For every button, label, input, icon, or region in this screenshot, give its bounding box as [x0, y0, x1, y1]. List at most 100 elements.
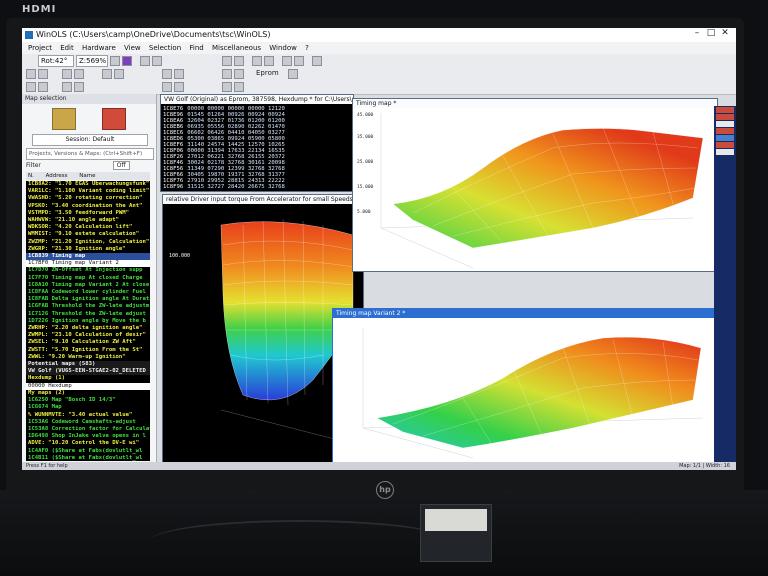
- list-icon[interactable]: [152, 56, 162, 66]
- map-list-item[interactable]: ZWSTT: "5.70 Ignition From the St": [26, 347, 150, 354]
- map-list-item[interactable]: 1C53A6 Codeword Camshafts-adjust: [26, 419, 150, 426]
- map-list-item[interactable]: 1C8A10 Timing map Variant 2 At close: [26, 282, 150, 289]
- col-name[interactable]: Name: [79, 173, 95, 179]
- filter-toggle[interactable]: Off: [112, 161, 130, 170]
- map-list-item[interactable]: My maps (2): [26, 390, 150, 397]
- minimize-icon[interactable]: –: [690, 28, 704, 38]
- save-icon[interactable]: [38, 69, 48, 79]
- rotation-field[interactable]: Rot:42°: [38, 55, 74, 67]
- arrow-left-icon[interactable]: [222, 69, 232, 79]
- map-list-item[interactable]: 1C7F70 Timing map At closed Charge: [26, 275, 150, 282]
- view-2d-icon[interactable]: [162, 82, 172, 92]
- map-list-item[interactable]: 1C8FAA Codeword lower cylinder Fuel: [26, 289, 150, 296]
- map-list-item[interactable]: ZWSEL: "9.10 Calculation ZW Aft": [26, 339, 150, 346]
- map-list-item[interactable]: VAR1LC: "1.100 Variant coding limit": [26, 188, 150, 195]
- map-list-item[interactable]: ZWRHP: "2.20 delta ignition angle": [26, 325, 150, 332]
- project-icon[interactable]: [26, 82, 36, 92]
- map-list-item[interactable]: 1C7BF0 Timing map Variant 2: [26, 260, 150, 268]
- col-address[interactable]: Address: [46, 173, 68, 179]
- menu-view[interactable]: View: [124, 44, 141, 52]
- menu-window[interactable]: Window: [269, 44, 297, 52]
- close-icon[interactable]: ✕: [718, 28, 732, 38]
- star-icon[interactable]: [282, 56, 292, 66]
- map-list-item[interactable]: Potential maps (583): [26, 361, 150, 369]
- timing-map-window[interactable]: Timing map * 45.000 35.000 25.000 15.000 5.0…: [352, 98, 718, 272]
- redo-icon[interactable]: [74, 69, 84, 79]
- hex-row[interactable]: 1C8F96 31515 32727 28420 26675 32768: [163, 184, 285, 190]
- map-list[interactable]: 1CB8A2: "1.70 EGAS Überwachungsfunk" VAR1…: [26, 181, 150, 461]
- svg-text:5.000: 5.000: [357, 209, 371, 215]
- map-list-item[interactable]: 00000 Hexdump: [26, 382, 150, 390]
- map-3d-icon[interactable]: [174, 69, 184, 79]
- interface-device: [420, 504, 492, 562]
- map-list-item[interactable]: VSTMPD: "3.50 feedforward PWM": [26, 210, 150, 217]
- zoom-field[interactable]: Z:569%: [76, 55, 108, 67]
- paste-icon[interactable]: [114, 69, 124, 79]
- view-3d-icon[interactable]: [174, 82, 184, 92]
- undo-icon[interactable]: [62, 69, 72, 79]
- maximize-icon[interactable]: □: [704, 28, 718, 38]
- map-list-item[interactable]: ZWZMP: "21.20 Ignition, Calculation": [26, 239, 150, 246]
- arrow-right-icon[interactable]: [234, 69, 244, 79]
- map-list-item[interactable]: 1C7D70 ZW-Offset At Injection supp: [26, 267, 150, 274]
- map-list-item[interactable]: VWASHD: "5.20 rotating correction": [26, 195, 150, 202]
- map-list-item[interactable]: 1C8FAB Delta ignition angle At Durati: [26, 296, 150, 303]
- chart-icon[interactable]: [222, 56, 232, 66]
- map-list-item[interactable]: WDKSOR: "4.20 Calculation lift": [26, 224, 150, 231]
- map-list-item[interactable]: 1C6250 Map "Bosch ID 14/3": [26, 397, 150, 404]
- search-input[interactable]: Projects, Versions & Maps: (Ctrl+Shift+F…: [26, 148, 154, 160]
- folder-icon[interactable]: [52, 108, 76, 130]
- map-list-item[interactable]: ZWMPL: "23.10 Calculation of desir": [26, 332, 150, 339]
- map-list-item[interactable]: 1C4AF0 ($Share at Fabs(dovlutlt_wl: [26, 448, 150, 455]
- menu-help[interactable]: ?: [305, 44, 309, 52]
- menu-project[interactable]: Project: [28, 44, 52, 52]
- grid-icon[interactable]: [140, 56, 150, 66]
- col-n[interactable]: N.: [28, 173, 34, 179]
- open-icon[interactable]: [26, 69, 36, 79]
- map-list-item[interactable]: 1C53A8 Correction factor for Calculat: [26, 426, 150, 433]
- menu-miscellaneous[interactable]: Miscellaneous: [212, 44, 261, 52]
- map-list-item[interactable]: 1C7126 Threshold the ZW-late adjust: [26, 311, 150, 318]
- menu-hardware[interactable]: Hardware: [82, 44, 116, 52]
- map-list-item[interactable]: 1D7226 Ignition angle by Move the b: [26, 318, 150, 325]
- map-list-item[interactable]: 1D6498 Shop InJake valve opens in l: [26, 433, 150, 440]
- calc-icon[interactable]: [288, 69, 298, 79]
- map-list-item[interactable]: Hexdump (1): [26, 375, 150, 382]
- map-list-item[interactable]: 1CB8A2: "1.70 EGAS Überwachungsfunk": [26, 181, 150, 188]
- menu-edit[interactable]: Edit: [60, 44, 74, 52]
- map-list-item[interactable]: ZWGRP: "21.30 Ignition angle": [26, 246, 150, 253]
- hex-icon[interactable]: [264, 56, 274, 66]
- map-list-item[interactable]: 1C4B11 ($Share at Fabs(dovlutlt_wl: [26, 455, 150, 461]
- map-list-item[interactable]: 1C6FAB Threshold the ZW-late adjustm: [26, 303, 150, 310]
- compare-icon[interactable]: [312, 56, 322, 66]
- map-list-item[interactable]: 1CB839 Timing map: [26, 253, 150, 261]
- map-list-item[interactable]: ADVE: "10.20 Control the DV-E wi": [26, 440, 150, 447]
- timing-variant-window[interactable]: Timing map Variant 2 *: [332, 308, 720, 464]
- settings-icon[interactable]: [234, 82, 244, 92]
- open-project-icon[interactable]: [102, 108, 126, 130]
- hexmode-icon[interactable]: [74, 82, 84, 92]
- map-list-item[interactable]: 1C6674 Map: [26, 404, 150, 411]
- session-field[interactable]: Session: Default: [32, 134, 148, 146]
- checksum-icon[interactable]: [294, 56, 304, 66]
- map-list-item[interactable]: % WUNNMVTE: "3.40 actual value": [26, 412, 150, 419]
- bookmark-icon[interactable]: [222, 82, 232, 92]
- copy-icon[interactable]: [102, 69, 112, 79]
- map-list-item[interactable]: ZWWL: "9.20 Warm-up Ignition": [26, 354, 150, 361]
- map-list-item[interactable]: VPSKO: "3.40 coordination the Ant": [26, 203, 150, 210]
- table-icon[interactable]: [234, 56, 244, 66]
- color-icon[interactable]: [122, 56, 132, 66]
- map-icon[interactable]: [162, 69, 172, 79]
- text-icon[interactable]: [62, 82, 72, 92]
- search-icon[interactable]: [38, 82, 48, 92]
- percent-icon[interactable]: [252, 56, 262, 66]
- map-list-item[interactable]: VW Golf (VU65-EEN-STGAE2-02_DELETED: [26, 368, 150, 376]
- hexdump-window[interactable]: VW Golf (Original) as Eprom, 387598, Hex…: [160, 94, 354, 192]
- hexdump-title: VW Golf (Original) as Eprom, 387598, Hex…: [161, 95, 353, 104]
- map-list-item[interactable]: WAHWVW: "21.10 angle adapt": [26, 217, 150, 224]
- eprom-button[interactable]: Eprom: [256, 68, 279, 79]
- up-arrow-icon[interactable]: [110, 56, 120, 66]
- menu-selection[interactable]: Selection: [149, 44, 181, 52]
- map-list-item[interactable]: WMMIST: "9.10 estate calculation": [26, 231, 150, 238]
- menu-find[interactable]: Find: [189, 44, 203, 52]
